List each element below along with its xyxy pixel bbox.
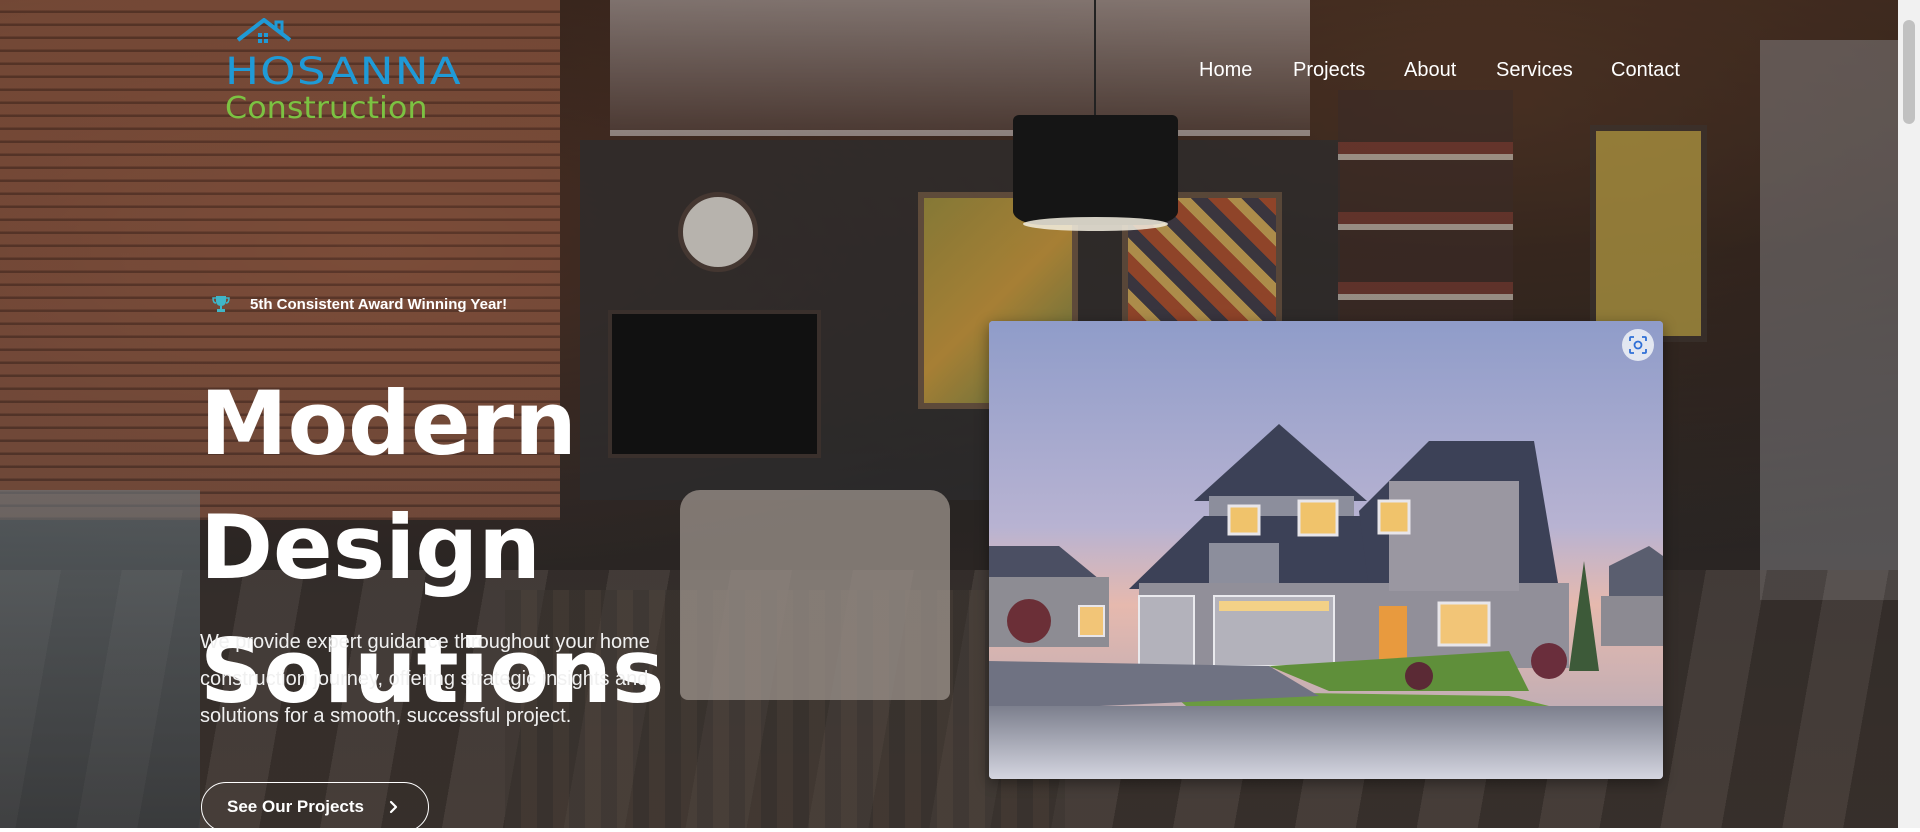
nav-about[interactable]: About [1404,55,1464,85]
brand-name: HOSANNA [225,50,462,93]
hero-house-image [989,321,1663,779]
award-text: 5th Consistent Award Winning Year! [250,295,508,313]
house-logo-icon [236,18,292,43]
visual-search-button[interactable] [1622,329,1654,361]
background-clock [678,192,758,272]
nav-home[interactable]: Home [1199,55,1259,85]
nav-services[interactable]: Services [1496,55,1576,85]
background-window [0,490,200,828]
background-pendant-lamp [1013,115,1178,231]
visual-search-icon [1629,336,1647,354]
brand-tagline: Construction [225,91,428,126]
house-illustration [989,321,1663,779]
page-scrollbar[interactable] [1898,0,1920,828]
background-lamp-cord [1094,0,1096,115]
background-wall-right [1760,40,1898,600]
brand-logo[interactable]: HOSANNA Construction [222,18,484,126]
see-projects-button[interactable]: See Our Projects [201,782,429,832]
nav-projects[interactable]: Projects [1293,55,1373,85]
cta-label: See Our Projects [227,797,365,816]
headline-line: Modern Design [200,372,577,599]
background-frame [1590,125,1707,342]
chevron-right-icon [389,800,398,814]
scrollbar-thumb[interactable] [1903,20,1915,124]
trophy-icon [212,296,230,312]
nav-contact[interactable]: Contact [1611,55,1691,85]
hero-description: We provide expert guidance throughout yo… [200,631,650,727]
award-badge: 5th Consistent Award Winning Year! [212,292,507,316]
